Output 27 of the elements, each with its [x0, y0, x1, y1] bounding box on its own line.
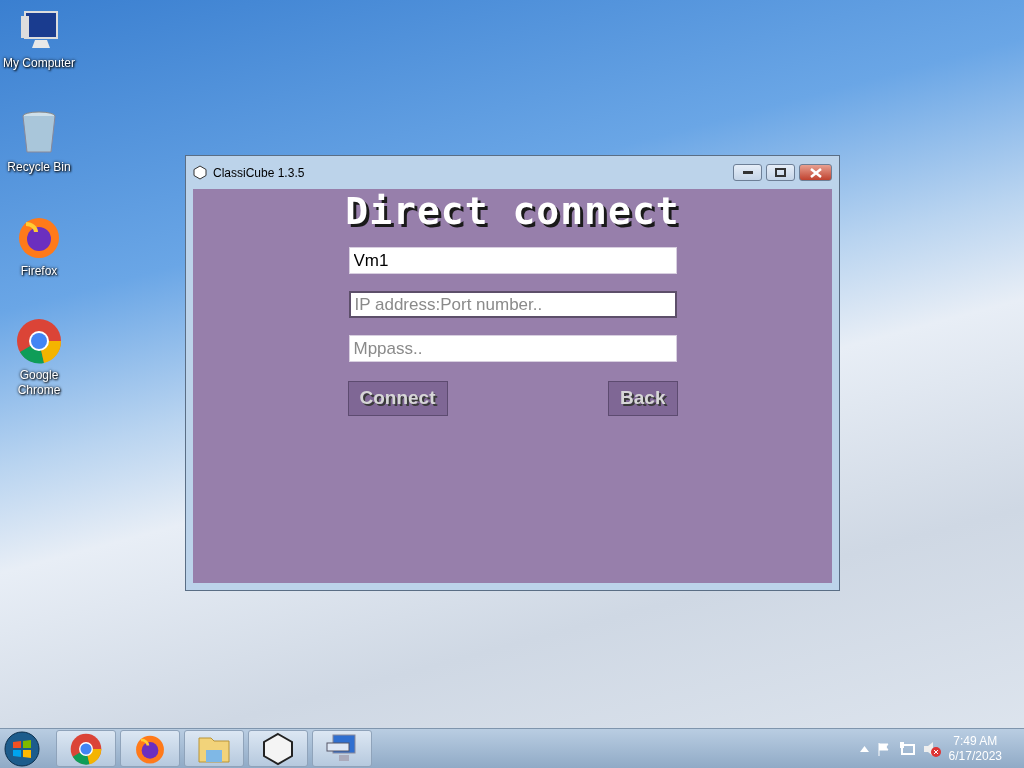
cube-icon[interactable] [248, 730, 308, 767]
input-field[interactable]: Vm1 [348, 247, 677, 274]
icon-label[interactable]: Google Chrome [0, 368, 78, 398]
input-field[interactable]: IP address:Port number.. [348, 291, 677, 318]
dialog-heading: Direct connect [345, 189, 680, 233]
clock-time[interactable]: 7:49 AM [953, 733, 998, 749]
close-icon [809, 167, 822, 178]
chrome-icon[interactable] [56, 730, 116, 767]
start-button[interactable] [4, 730, 40, 767]
maximize-button[interactable] [766, 164, 795, 181]
trash-bin-icon[interactable] [19, 110, 59, 156]
keyboard-monitor-icon[interactable] [312, 730, 372, 767]
cube-icon [193, 165, 207, 180]
icon-label[interactable]: Recycle Bin [7, 160, 71, 175]
minimize-icon [742, 170, 753, 175]
icon-label[interactable]: My Computer [3, 56, 75, 71]
clock-date[interactable]: 6/17/2023 [948, 748, 1002, 764]
menu-button[interactable]: Back [608, 381, 678, 416]
menu-button[interactable]: Connect [347, 381, 448, 416]
maximize-icon [775, 168, 786, 177]
minimize-button[interactable] [733, 164, 762, 181]
muted-speaker-icon[interactable] [922, 740, 941, 757]
window-title: ClassiCube 1.3.5 [213, 164, 305, 182]
icon-label[interactable]: Firefox [20, 264, 58, 279]
chrome-icon[interactable] [16, 318, 62, 364]
close-button[interactable] [799, 164, 832, 181]
firefox-icon[interactable] [120, 730, 180, 767]
